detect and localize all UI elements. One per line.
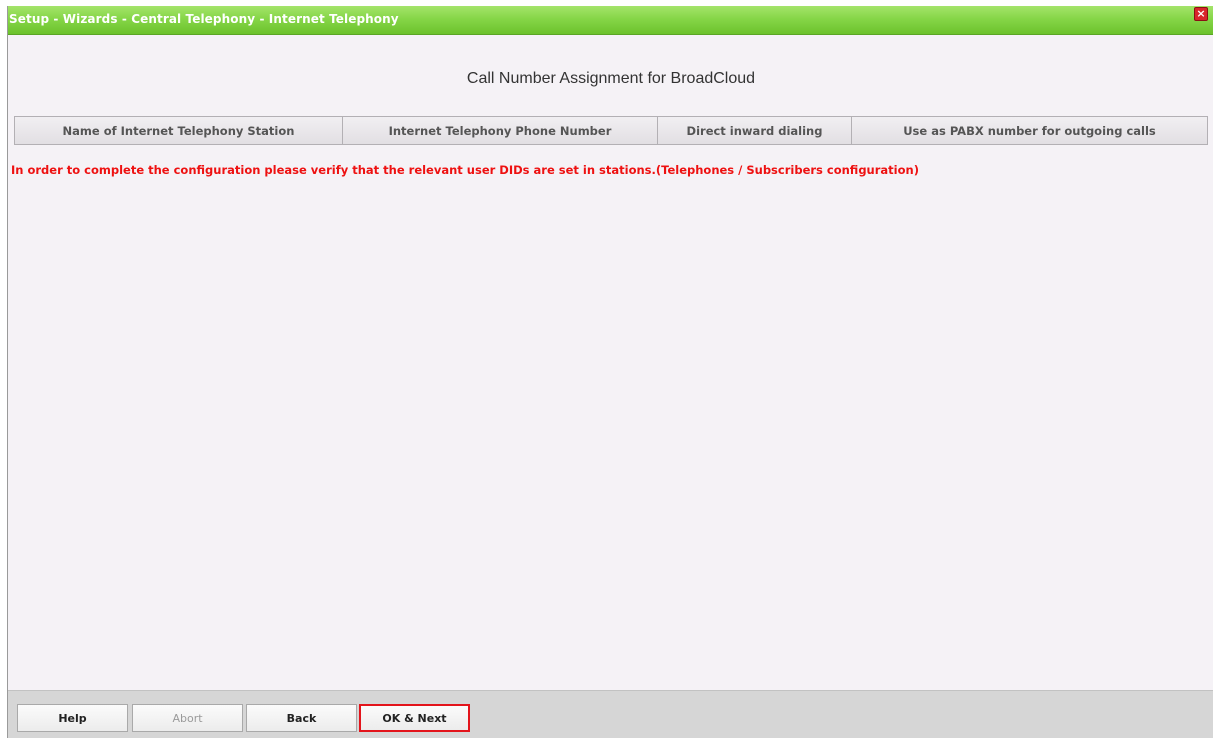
window-title: Setup - Wizards - Central Telephony - In… bbox=[9, 12, 399, 26]
ok-next-button[interactable]: OK & Next bbox=[359, 704, 470, 732]
column-header-phone-number[interactable]: Internet Telephony Phone Number bbox=[343, 117, 658, 144]
wizard-window: Setup - Wizards - Central Telephony - In… bbox=[7, 6, 1213, 738]
back-button[interactable]: Back bbox=[246, 704, 357, 732]
column-header-did[interactable]: Direct inward dialing bbox=[658, 117, 852, 144]
help-button[interactable]: Help bbox=[17, 704, 128, 732]
abort-button[interactable]: Abort bbox=[132, 704, 243, 732]
column-header-pabx-number[interactable]: Use as PABX number for outgoing calls bbox=[852, 117, 1207, 144]
title-bar: Setup - Wizards - Central Telephony - In… bbox=[8, 6, 1213, 35]
warning-message: In order to complete the configuration p… bbox=[11, 163, 919, 177]
button-bar: Help Abort Back OK & Next bbox=[8, 690, 1213, 738]
table-header: Name of Internet Telephony Station Inter… bbox=[14, 116, 1208, 145]
close-icon[interactable]: × bbox=[1194, 7, 1208, 21]
page-title: Call Number Assignment for BroadCloud bbox=[466, 70, 756, 87]
column-header-station-name[interactable]: Name of Internet Telephony Station bbox=[15, 117, 343, 144]
